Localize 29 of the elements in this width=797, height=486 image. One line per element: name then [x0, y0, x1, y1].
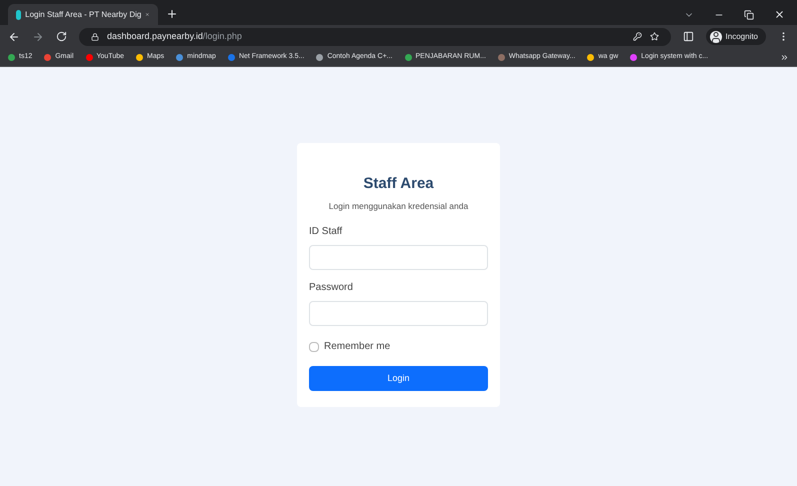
forward-icon[interactable]	[32, 30, 44, 42]
side-panel-icon[interactable]	[682, 31, 694, 42]
profile-button[interactable]: Incognito	[706, 28, 766, 45]
lock-icon	[91, 32, 99, 40]
field-label: Password	[309, 281, 354, 296]
input-field[interactable]	[309, 245, 488, 270]
url-host: dashboard.paynearby.id	[107, 30, 203, 43]
field-label: ID Staff	[309, 225, 344, 240]
url-path: /login.php	[202, 30, 242, 43]
input-field[interactable]	[309, 301, 488, 326]
site-icon	[16, 10, 22, 20]
card-title: Staff Area	[362, 174, 435, 194]
incognito-icon	[710, 30, 722, 42]
close-icon[interactable]	[145, 10, 150, 19]
tab-title: Login Staff Area - PT Nearby Dig	[25, 8, 142, 20]
card-subtitle: Login menggunakan kredensial anda	[328, 200, 470, 212]
back-icon[interactable]	[8, 30, 20, 42]
address-bar[interactable]: dashboard.paynearby.id/login.php	[79, 28, 671, 46]
login-button[interactable]: Login	[309, 366, 488, 392]
restore-icon[interactable]	[744, 10, 754, 20]
reload-icon[interactable]	[56, 31, 67, 42]
close-window-icon[interactable]	[774, 9, 785, 20]
checkbox-label: Remember me	[324, 340, 390, 354]
bookmark-star-icon[interactable]	[650, 32, 659, 41]
key-icon[interactable]	[632, 32, 642, 41]
new-tab-icon[interactable]	[166, 8, 178, 20]
more-bookmarks-icon[interactable]	[780, 52, 789, 62]
browser-tab[interactable]: Login Staff Area - PT Nearby Dig	[8, 4, 158, 25]
checkbox[interactable]	[309, 342, 319, 352]
